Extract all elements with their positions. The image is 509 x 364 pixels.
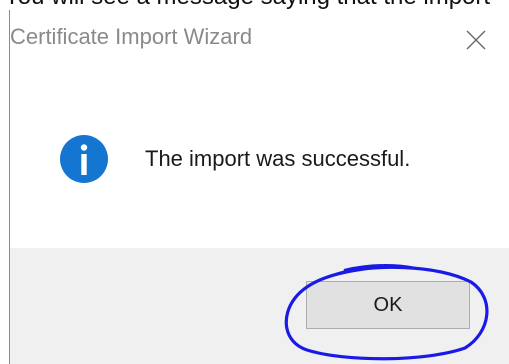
dialog-title: Certificate Import Wizard — [10, 24, 253, 49]
dialog-content: The import was successful. — [10, 68, 509, 248]
dialog-footer: OK — [10, 248, 509, 364]
title-bar: Certificate Import Wizard — [10, 10, 509, 68]
ok-button[interactable]: OK — [306, 281, 470, 329]
caption-text: You will see a message saying that the i… — [0, 0, 509, 10]
close-icon — [466, 30, 486, 50]
status-message: The import was successful. — [145, 146, 411, 171]
information-icon — [60, 135, 108, 183]
close-button[interactable] — [448, 20, 504, 60]
ok-button-label: OK — [373, 293, 403, 316]
message-dialog: Certificate Import Wizard The import was… — [9, 10, 509, 364]
screenshot: You will see a message saying that the i… — [0, 0, 509, 364]
